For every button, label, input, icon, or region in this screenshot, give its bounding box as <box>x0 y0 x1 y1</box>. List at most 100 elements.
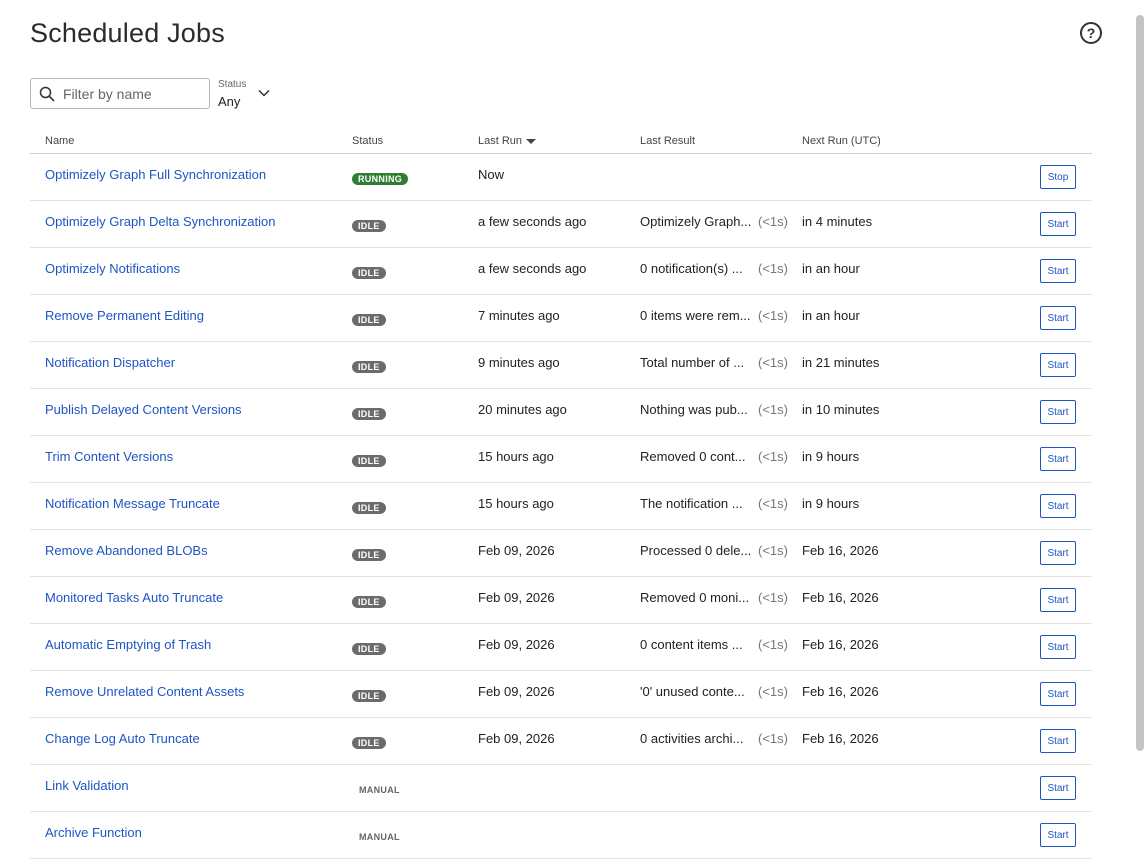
job-name-link[interactable]: Remove Unrelated Content Assets <box>45 684 244 699</box>
job-name-link[interactable]: Optimizely Graph Delta Synchronization <box>45 214 276 229</box>
last-result: 0 activities archi... <box>640 731 744 746</box>
col-header-last-result[interactable]: Last Result <box>640 135 695 147</box>
last-result: '0' unused conte... <box>640 684 745 699</box>
next-run: Feb 16, 2026 <box>802 684 879 699</box>
table-row: Remove Abandoned BLOBs IDLE Feb 09, 2026 Pr… <box>30 530 1092 577</box>
last-result: 0 items were rem... <box>640 308 751 323</box>
col-header-status[interactable]: Status <box>352 135 383 147</box>
last-run: 9 minutes ago <box>478 355 560 370</box>
table-row: Link Validation MANUAL Start <box>30 765 1092 812</box>
start-button[interactable]: Start <box>1040 212 1076 236</box>
job-name-link[interactable]: Monitored Tasks Auto Truncate <box>45 590 223 605</box>
last-result: Removed 0 moni... <box>640 590 750 605</box>
run-duration: (<1s) <box>758 496 788 511</box>
status-badge-label: IDLE <box>352 690 386 702</box>
col-header-name[interactable]: Name <box>45 135 74 147</box>
status-badge: IDLE <box>352 593 386 608</box>
job-name-link[interactable]: Change Log Auto Truncate <box>45 731 200 746</box>
run-duration: (<1s) <box>758 261 788 276</box>
sort-desc-icon <box>526 138 537 144</box>
start-button[interactable]: Start <box>1040 400 1076 424</box>
table-row: Publish Delayed Content Versions IDLE 20 m… <box>30 389 1092 436</box>
job-name-link[interactable]: Remove Abandoned BLOBs <box>45 543 208 558</box>
start-button[interactable]: Start <box>1040 776 1076 800</box>
next-run: in an hour <box>802 261 860 276</box>
status-badge: MANUAL <box>352 828 407 843</box>
start-button[interactable]: Start <box>1040 635 1076 659</box>
table-row: Automatic Emptying of Trash IDLE Feb 09, 2… <box>30 624 1092 671</box>
run-duration: (<1s) <box>758 637 788 652</box>
col-header-last-run-label: Last Run <box>478 135 523 147</box>
status-filter-select[interactable]: Status Any <box>218 79 278 111</box>
run-duration: (<1s) <box>758 590 788 605</box>
last-result: Total number of ... <box>640 355 745 370</box>
status-badge: IDLE <box>352 217 386 232</box>
next-run: Feb 16, 2026 <box>802 543 879 558</box>
run-duration: (<1s) <box>758 214 788 229</box>
table-body: Optimizely Graph Full Synchronization RUN… <box>30 154 1092 859</box>
next-run: Feb 16, 2026 <box>802 590 879 605</box>
col-header-next-run[interactable]: Next Run (UTC) <box>802 135 881 147</box>
start-button[interactable]: Start <box>1040 588 1076 612</box>
table-row: Archive Function MANUAL Start <box>30 812 1092 859</box>
run-duration: (<1s) <box>758 731 788 746</box>
last-result: 0 content items ... <box>640 637 743 652</box>
last-run: Feb 09, 2026 <box>478 684 555 699</box>
help-circle-icon: ? <box>1086 25 1096 41</box>
status-badge: IDLE <box>352 640 386 655</box>
table-row: Optimizely Notifications IDLE a few second… <box>30 248 1092 295</box>
last-run: 15 hours ago <box>478 449 554 464</box>
start-button[interactable]: Start <box>1040 259 1076 283</box>
job-name-link[interactable]: Archive Function <box>45 825 142 840</box>
status-badge-label: IDLE <box>352 314 386 326</box>
start-button[interactable]: Start <box>1040 353 1076 377</box>
scrollbar[interactable] <box>1136 15 1144 751</box>
job-name-link[interactable]: Optimizely Notifications <box>45 261 180 276</box>
filter-input[interactable] <box>61 84 205 103</box>
start-button[interactable]: Start <box>1040 447 1076 471</box>
start-button[interactable]: Start <box>1040 729 1076 753</box>
next-run: in 9 hours <box>802 449 860 464</box>
status-badge-label: IDLE <box>352 408 386 420</box>
status-badge: MANUAL <box>352 781 407 796</box>
run-duration: (<1s) <box>758 543 788 558</box>
last-result: Optimizely Graph... <box>640 214 752 229</box>
start-button[interactable]: Start <box>1040 306 1076 330</box>
table-row: Monitored Tasks Auto Truncate IDLE Feb 09,… <box>30 577 1092 624</box>
job-name-link[interactable]: Optimizely Graph Full Synchronization <box>45 167 266 182</box>
run-duration: (<1s) <box>758 308 788 323</box>
status-badge-label: IDLE <box>352 220 386 232</box>
last-run: Feb 09, 2026 <box>478 543 555 558</box>
status-badge-label: IDLE <box>352 596 386 608</box>
job-name-link[interactable]: Automatic Emptying of Trash <box>45 637 211 652</box>
col-header-last-run[interactable]: Last Run <box>478 135 537 147</box>
run-duration: (<1s) <box>758 402 788 417</box>
status-badge-label: MANUAL <box>359 785 400 795</box>
job-name-link[interactable]: Notification Dispatcher <box>45 355 175 370</box>
start-button[interactable]: Start <box>1040 494 1076 518</box>
table-row: Notification Message Truncate IDLE 15 hour… <box>30 483 1092 530</box>
chevron-down-icon <box>258 89 270 97</box>
start-button[interactable]: Start <box>1040 823 1076 847</box>
job-name-link[interactable]: Notification Message Truncate <box>45 496 220 511</box>
job-name-link[interactable]: Trim Content Versions <box>45 449 173 464</box>
status-badge-label: IDLE <box>352 643 386 655</box>
table-row: Trim Content Versions IDLE 15 hours ago Rem… <box>30 436 1092 483</box>
next-run: in an hour <box>802 308 860 323</box>
start-button[interactable]: Start <box>1040 541 1076 565</box>
stop-button[interactable]: Stop <box>1040 165 1076 189</box>
job-name-link[interactable]: Remove Permanent Editing <box>45 308 204 323</box>
page-title: Scheduled Jobs <box>30 18 225 48</box>
job-name-link[interactable]: Link Validation <box>45 778 129 793</box>
status-badge: IDLE <box>352 734 386 749</box>
filter-by-name-field[interactable] <box>30 78 210 109</box>
last-result: Processed 0 dele... <box>640 543 752 558</box>
status-badge: RUNNING <box>352 170 409 185</box>
help-button[interactable]: ? <box>1080 22 1102 44</box>
status-badge-label: IDLE <box>352 502 386 514</box>
status-badge-label: IDLE <box>352 267 386 279</box>
status-badge: IDLE <box>352 358 386 373</box>
status-badge: IDLE <box>352 264 386 279</box>
start-button[interactable]: Start <box>1040 682 1076 706</box>
job-name-link[interactable]: Publish Delayed Content Versions <box>45 402 242 417</box>
